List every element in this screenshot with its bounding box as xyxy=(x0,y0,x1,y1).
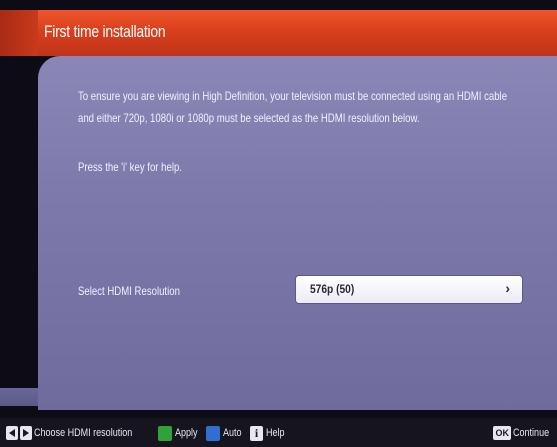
auto-hint: Auto xyxy=(223,427,242,439)
left-arrow-key-icon xyxy=(6,426,18,440)
tv-screen: First time installation To ensure you ar… xyxy=(0,0,557,447)
help-hint: Press the 'i' key for help. xyxy=(78,160,182,174)
page-title: First time installation xyxy=(44,22,166,41)
info-key-icon: i xyxy=(250,425,264,441)
info-text: To ensure you are viewing in High Defini… xyxy=(78,85,508,129)
apply-hint: Apply xyxy=(174,427,198,439)
continue-hint: Continue xyxy=(512,427,550,439)
hdmi-resolution-value: 576p (50) xyxy=(310,282,355,296)
title-bar: First time installation xyxy=(0,10,557,56)
hdmi-resolution-selector[interactable]: 576p (50) › xyxy=(296,276,522,303)
info-line-1: To ensure you are viewing in High Defini… xyxy=(78,89,508,103)
help-hint-label: Help xyxy=(266,427,285,439)
right-arrow-key-icon xyxy=(20,426,32,440)
ok-key-icon: OK xyxy=(493,426,511,440)
choose-resolution-hint: Choose HDMI resolution xyxy=(34,427,133,439)
blue-key-icon xyxy=(206,425,221,441)
footer-key-legend: Choose HDMI resolution Apply Auto i Help… xyxy=(6,424,551,442)
hdmi-resolution-label: Select HDMI Resolution xyxy=(78,284,180,298)
green-key-icon xyxy=(157,425,172,441)
footer-key-bar: Choose HDMI resolution Apply Auto i Help… xyxy=(0,418,557,447)
info-line-2: and either 720p, 1080i or 1080p must be … xyxy=(78,111,420,125)
title-bar-edge xyxy=(0,10,38,56)
chevron-right-icon[interactable]: › xyxy=(505,280,510,296)
